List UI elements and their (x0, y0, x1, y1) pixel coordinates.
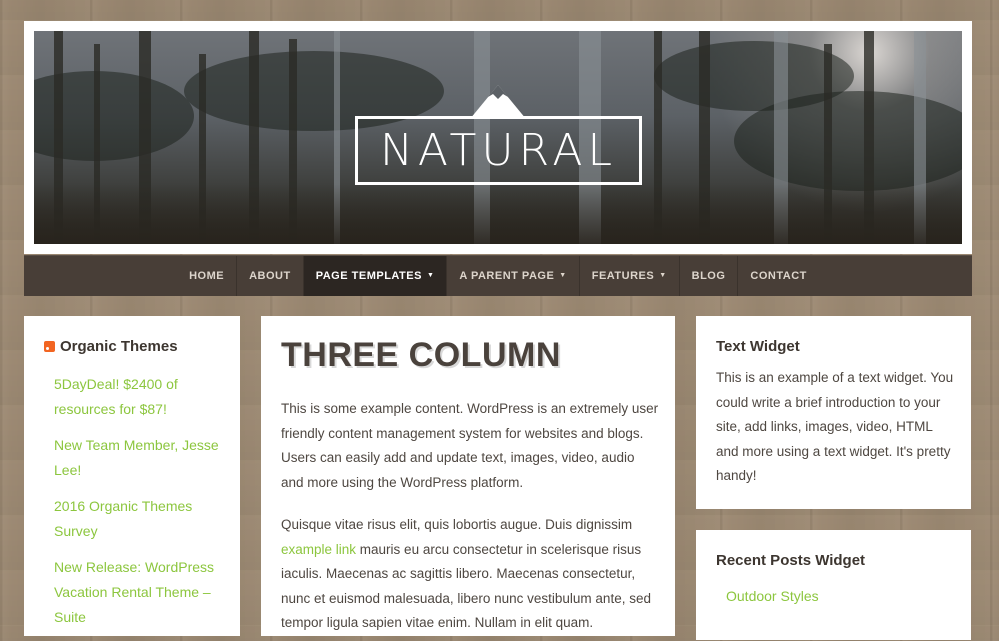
widget-title: Text Widget (716, 338, 800, 355)
widget-text: This is an example of a text widget. You… (716, 370, 954, 483)
recent-post-link[interactable]: Outdoor Styles (726, 588, 819, 604)
content-paragraph: This is some example content. WordPress … (281, 401, 659, 490)
rss-link-list: 5DayDeal! $2400 of resources for $87! Ne… (54, 372, 224, 641)
rss-icon[interactable] (44, 341, 55, 352)
widget-title: Organic Themes (44, 338, 178, 356)
forest-banner-image: NATURAL (34, 31, 962, 244)
nav-item-home[interactable]: HOME (177, 256, 236, 296)
example-link[interactable]: example link (281, 542, 356, 557)
text-widget: Text Widget This is an example of a text… (696, 316, 971, 509)
content-paragraph: Quisque vitae risus elit, quis lobortis … (281, 517, 651, 630)
nav-item-a-parent-page[interactable]: A PARENT PAGE ▼ (446, 256, 578, 296)
header: NATURAL (24, 21, 972, 254)
recent-posts-widget: Recent Posts Widget Outdoor Styles (696, 530, 971, 640)
nav-item-page-templates[interactable]: PAGE TEMPLATES ▼ (302, 256, 447, 296)
left-sidebar-widget: Organic Themes 5DayDeal! $2400 of resour… (24, 316, 240, 636)
nav-item-about[interactable]: ABOUT (236, 256, 303, 296)
main-content: THREE COLUMN This is some example conten… (261, 316, 675, 636)
chevron-down-icon: ▼ (559, 272, 567, 279)
rss-link[interactable]: New Release: WordPress Vacation Rental T… (54, 555, 224, 630)
chevron-down-icon: ▼ (659, 272, 667, 279)
site-logo-text: NATURAL (355, 116, 642, 185)
widget-title: Recent Posts Widget (716, 552, 866, 569)
main-nav: HOME ABOUT PAGE TEMPLATES ▼ A PARENT PAGE… (24, 255, 972, 296)
nav-item-blog[interactable]: BLOG (678, 256, 738, 296)
rss-link[interactable]: 2016 Organic Themes Survey (54, 494, 224, 544)
rss-link[interactable]: 5DayDeal! $2400 of resources for $87! (54, 372, 224, 422)
rss-link[interactable]: New Team Member, Jesse Lee! (54, 433, 224, 483)
page-title: THREE COLUMN (281, 336, 561, 374)
site-logo[interactable]: NATURAL (355, 79, 642, 185)
nav-item-features[interactable]: FEATURES ▼ (578, 256, 679, 296)
chevron-down-icon: ▼ (426, 272, 435, 279)
mountain-icon (470, 85, 526, 119)
nav-item-contact[interactable]: CONTACT (737, 256, 818, 296)
